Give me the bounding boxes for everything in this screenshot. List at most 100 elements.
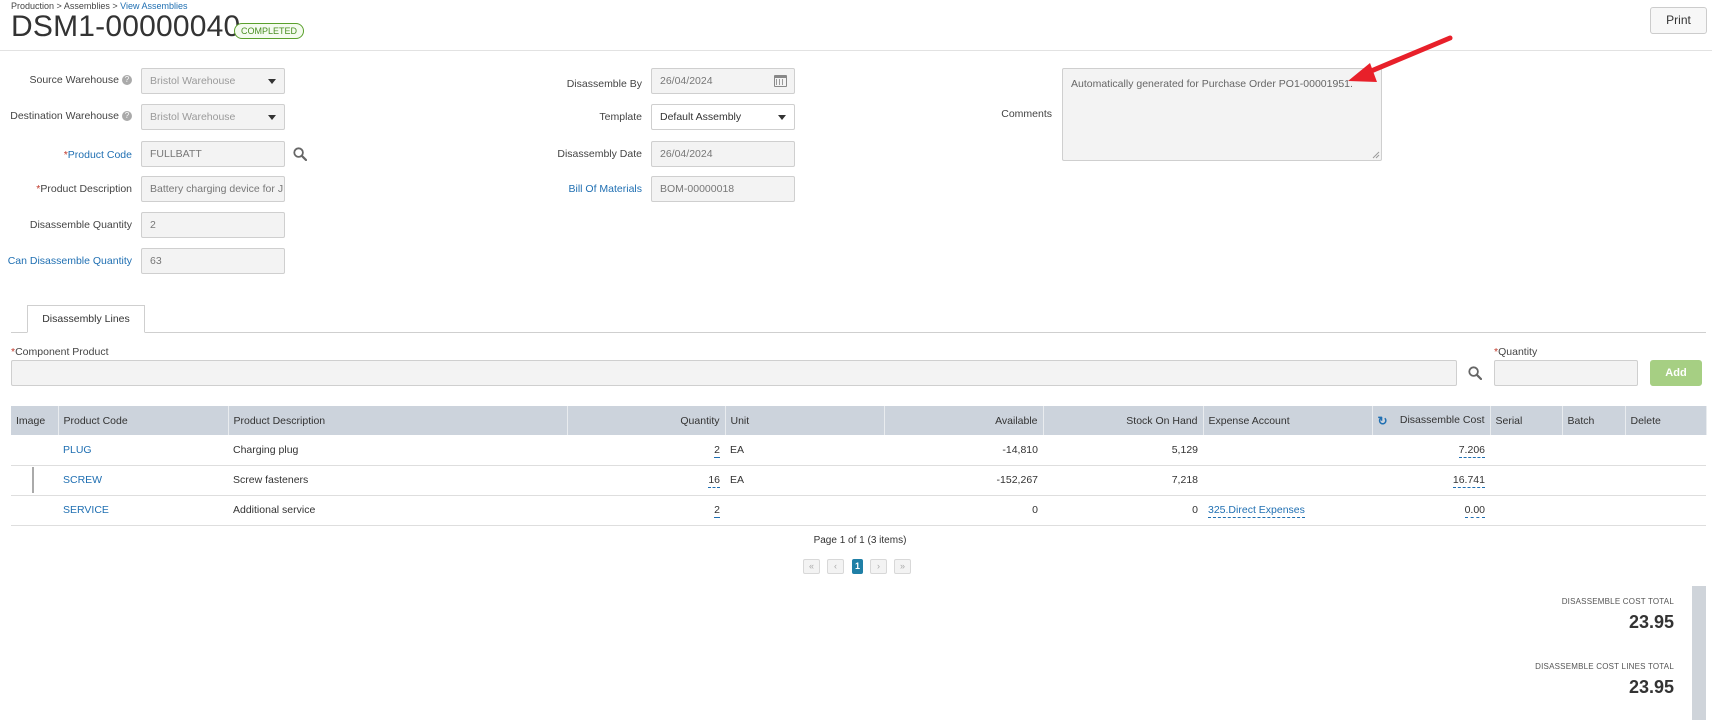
cell-image (11, 465, 58, 496)
page-1-button[interactable]: 1 (852, 559, 863, 574)
column-header-unit[interactable]: Unit (725, 406, 885, 435)
cell-batch (1562, 435, 1625, 466)
destination-warehouse-select[interactable]: Bristol Warehouse (141, 104, 285, 130)
source-warehouse-label-text: Source Warehouse (29, 74, 120, 86)
cell-disassemble-cost[interactable]: 0.00 (1372, 495, 1490, 526)
cell-expense-account[interactable] (1203, 465, 1372, 496)
cell-serial (1490, 465, 1562, 496)
column-header-product-description[interactable]: Product Description (228, 406, 568, 435)
disassembly-lines-table: Image Product Code Product Description Q… (11, 406, 1707, 526)
resize-handle-icon[interactable] (1372, 151, 1380, 159)
cell-delete (1625, 435, 1706, 466)
product-description-label-text: Product Description (40, 183, 132, 195)
column-header-image[interactable]: Image (11, 406, 59, 435)
bill-of-materials-label[interactable]: Bill Of Materials (568, 183, 642, 195)
cell-disassemble-cost[interactable]: 7.206 (1372, 435, 1490, 466)
comments-textarea[interactable]: Automatically generated for Purchase Ord… (1062, 68, 1382, 161)
column-header-available[interactable]: Available (884, 406, 1044, 435)
last-page-button[interactable]: » (894, 559, 911, 574)
can-disassemble-quantity-field: 63 (141, 248, 285, 274)
cell-product-description: Screw fasteners (228, 465, 567, 496)
product-code-label[interactable]: *Product Code (64, 149, 132, 161)
cell-quantity[interactable]: 2 (567, 495, 725, 526)
cell-expense-account[interactable]: 325.Direct Expenses (1203, 495, 1372, 526)
template-label: Template (599, 111, 642, 123)
cell-batch (1562, 495, 1625, 526)
disassembly-date-field: 26/04/2024 (651, 141, 795, 167)
cell-delete (1625, 465, 1706, 496)
disassemble-quantity-label: Disassemble Quantity (29, 219, 132, 231)
search-icon[interactable] (1468, 366, 1482, 380)
column-header-stock-on-hand[interactable]: Stock On Hand (1043, 406, 1204, 435)
prev-page-button[interactable]: ‹ (827, 559, 844, 574)
search-icon[interactable] (293, 147, 307, 161)
cell-serial (1490, 495, 1562, 526)
cost-value[interactable]: 0.00 (1464, 504, 1485, 518)
disassemble-by-value: 26/04/2024 (660, 75, 713, 87)
column-header-product-code[interactable]: Product Code (58, 406, 229, 435)
product-description-label: *Product Description (36, 183, 132, 195)
cell-product-code[interactable]: PLUG (58, 435, 228, 466)
pagination: « ‹ 1 › » (803, 559, 915, 574)
cost-value[interactable]: 16.741 (1452, 474, 1485, 488)
quantity-value[interactable]: 2 (714, 443, 720, 458)
status-badge: COMPLETED (234, 23, 305, 39)
quantity-input[interactable] (1494, 360, 1638, 386)
cell-serial (1490, 435, 1562, 466)
cell-product-code[interactable]: SERVICE (58, 495, 228, 526)
help-icon[interactable]: ? (122, 75, 132, 85)
cell-disassemble-cost[interactable]: 16.741 (1372, 465, 1490, 496)
column-header-delete[interactable]: Delete (1625, 406, 1707, 435)
bill-of-materials-field: BOM-00000018 (651, 176, 795, 202)
can-disassemble-quantity-label[interactable]: Can Disassemble Quantity (8, 255, 132, 267)
cell-quantity[interactable]: 16 (567, 465, 725, 496)
annotation-arrow (1348, 35, 1453, 82)
add-button[interactable]: Add (1650, 360, 1702, 386)
destination-warehouse-label: Destination Warehouse? (10, 110, 132, 122)
table-row: SCREW Screw fasteners 16 EA -152,267 7,2… (11, 465, 1706, 496)
cell-available: 0 (884, 495, 1043, 526)
quantity-value[interactable]: 16 (708, 474, 720, 488)
product-description-field[interactable]: Battery charging device for J (141, 176, 285, 202)
column-header-quantity[interactable]: Quantity (567, 406, 726, 435)
column-header-disassemble-cost[interactable]: ↻ Disassemble Cost (1372, 406, 1491, 435)
column-header-serial[interactable]: Serial (1490, 406, 1563, 435)
product-code-field[interactable]: FULLBATT (141, 141, 285, 167)
drag-handle[interactable] (32, 467, 34, 493)
quantity-value[interactable]: 2 (714, 504, 720, 518)
cell-expense-account[interactable] (1203, 435, 1372, 466)
component-product-input[interactable] (11, 360, 1457, 386)
calendar-icon[interactable] (774, 75, 787, 87)
page-title: DSM1-00000040 (11, 10, 241, 43)
disassembly-date-label: Disassembly Date (557, 148, 642, 160)
template-value: Default Assembly (660, 111, 742, 123)
cell-product-code[interactable]: SCREW (58, 465, 228, 496)
column-header-batch[interactable]: Batch (1562, 406, 1626, 435)
help-icon[interactable]: ? (122, 111, 132, 121)
scrollbar[interactable] (1692, 586, 1706, 720)
chevron-down-icon (268, 79, 276, 84)
cell-available: -14,810 (884, 435, 1043, 466)
cell-stock-on-hand: 5,129 (1043, 435, 1203, 466)
disassemble-by-date-field[interactable]: 26/04/2024 (651, 68, 795, 94)
product-code-label-text: Product Code (67, 149, 132, 161)
disassemble-by-label: Disassemble By (566, 78, 642, 90)
disassemble-quantity-field[interactable]: 2 (141, 212, 285, 238)
table-row: SERVICE Additional service 2 0 0 325.Dir… (11, 495, 1706, 526)
column-header-expense-account[interactable]: Expense Account (1203, 406, 1373, 435)
source-warehouse-select[interactable]: Bristol Warehouse (141, 68, 285, 94)
print-button[interactable]: Print (1650, 7, 1707, 34)
tab-disassembly-lines[interactable]: Disassembly Lines (27, 305, 145, 333)
cell-unit: EA (725, 435, 884, 466)
expense-account-value[interactable]: 325.Direct Expenses (1208, 504, 1305, 518)
next-page-button[interactable]: › (870, 559, 887, 574)
source-warehouse-label: Source Warehouse? (29, 74, 132, 86)
cost-value[interactable]: 7.206 (1458, 443, 1485, 458)
template-select[interactable]: Default Assembly (651, 104, 795, 130)
first-page-button[interactable]: « (803, 559, 820, 574)
quantity-label: *Quantity (1494, 346, 1537, 358)
refresh-icon[interactable]: ↻ (1378, 414, 1388, 428)
cell-quantity[interactable]: 2 (567, 435, 725, 466)
cell-unit (725, 495, 884, 526)
disassemble-cost-total-value: 23.95 (1628, 612, 1674, 632)
